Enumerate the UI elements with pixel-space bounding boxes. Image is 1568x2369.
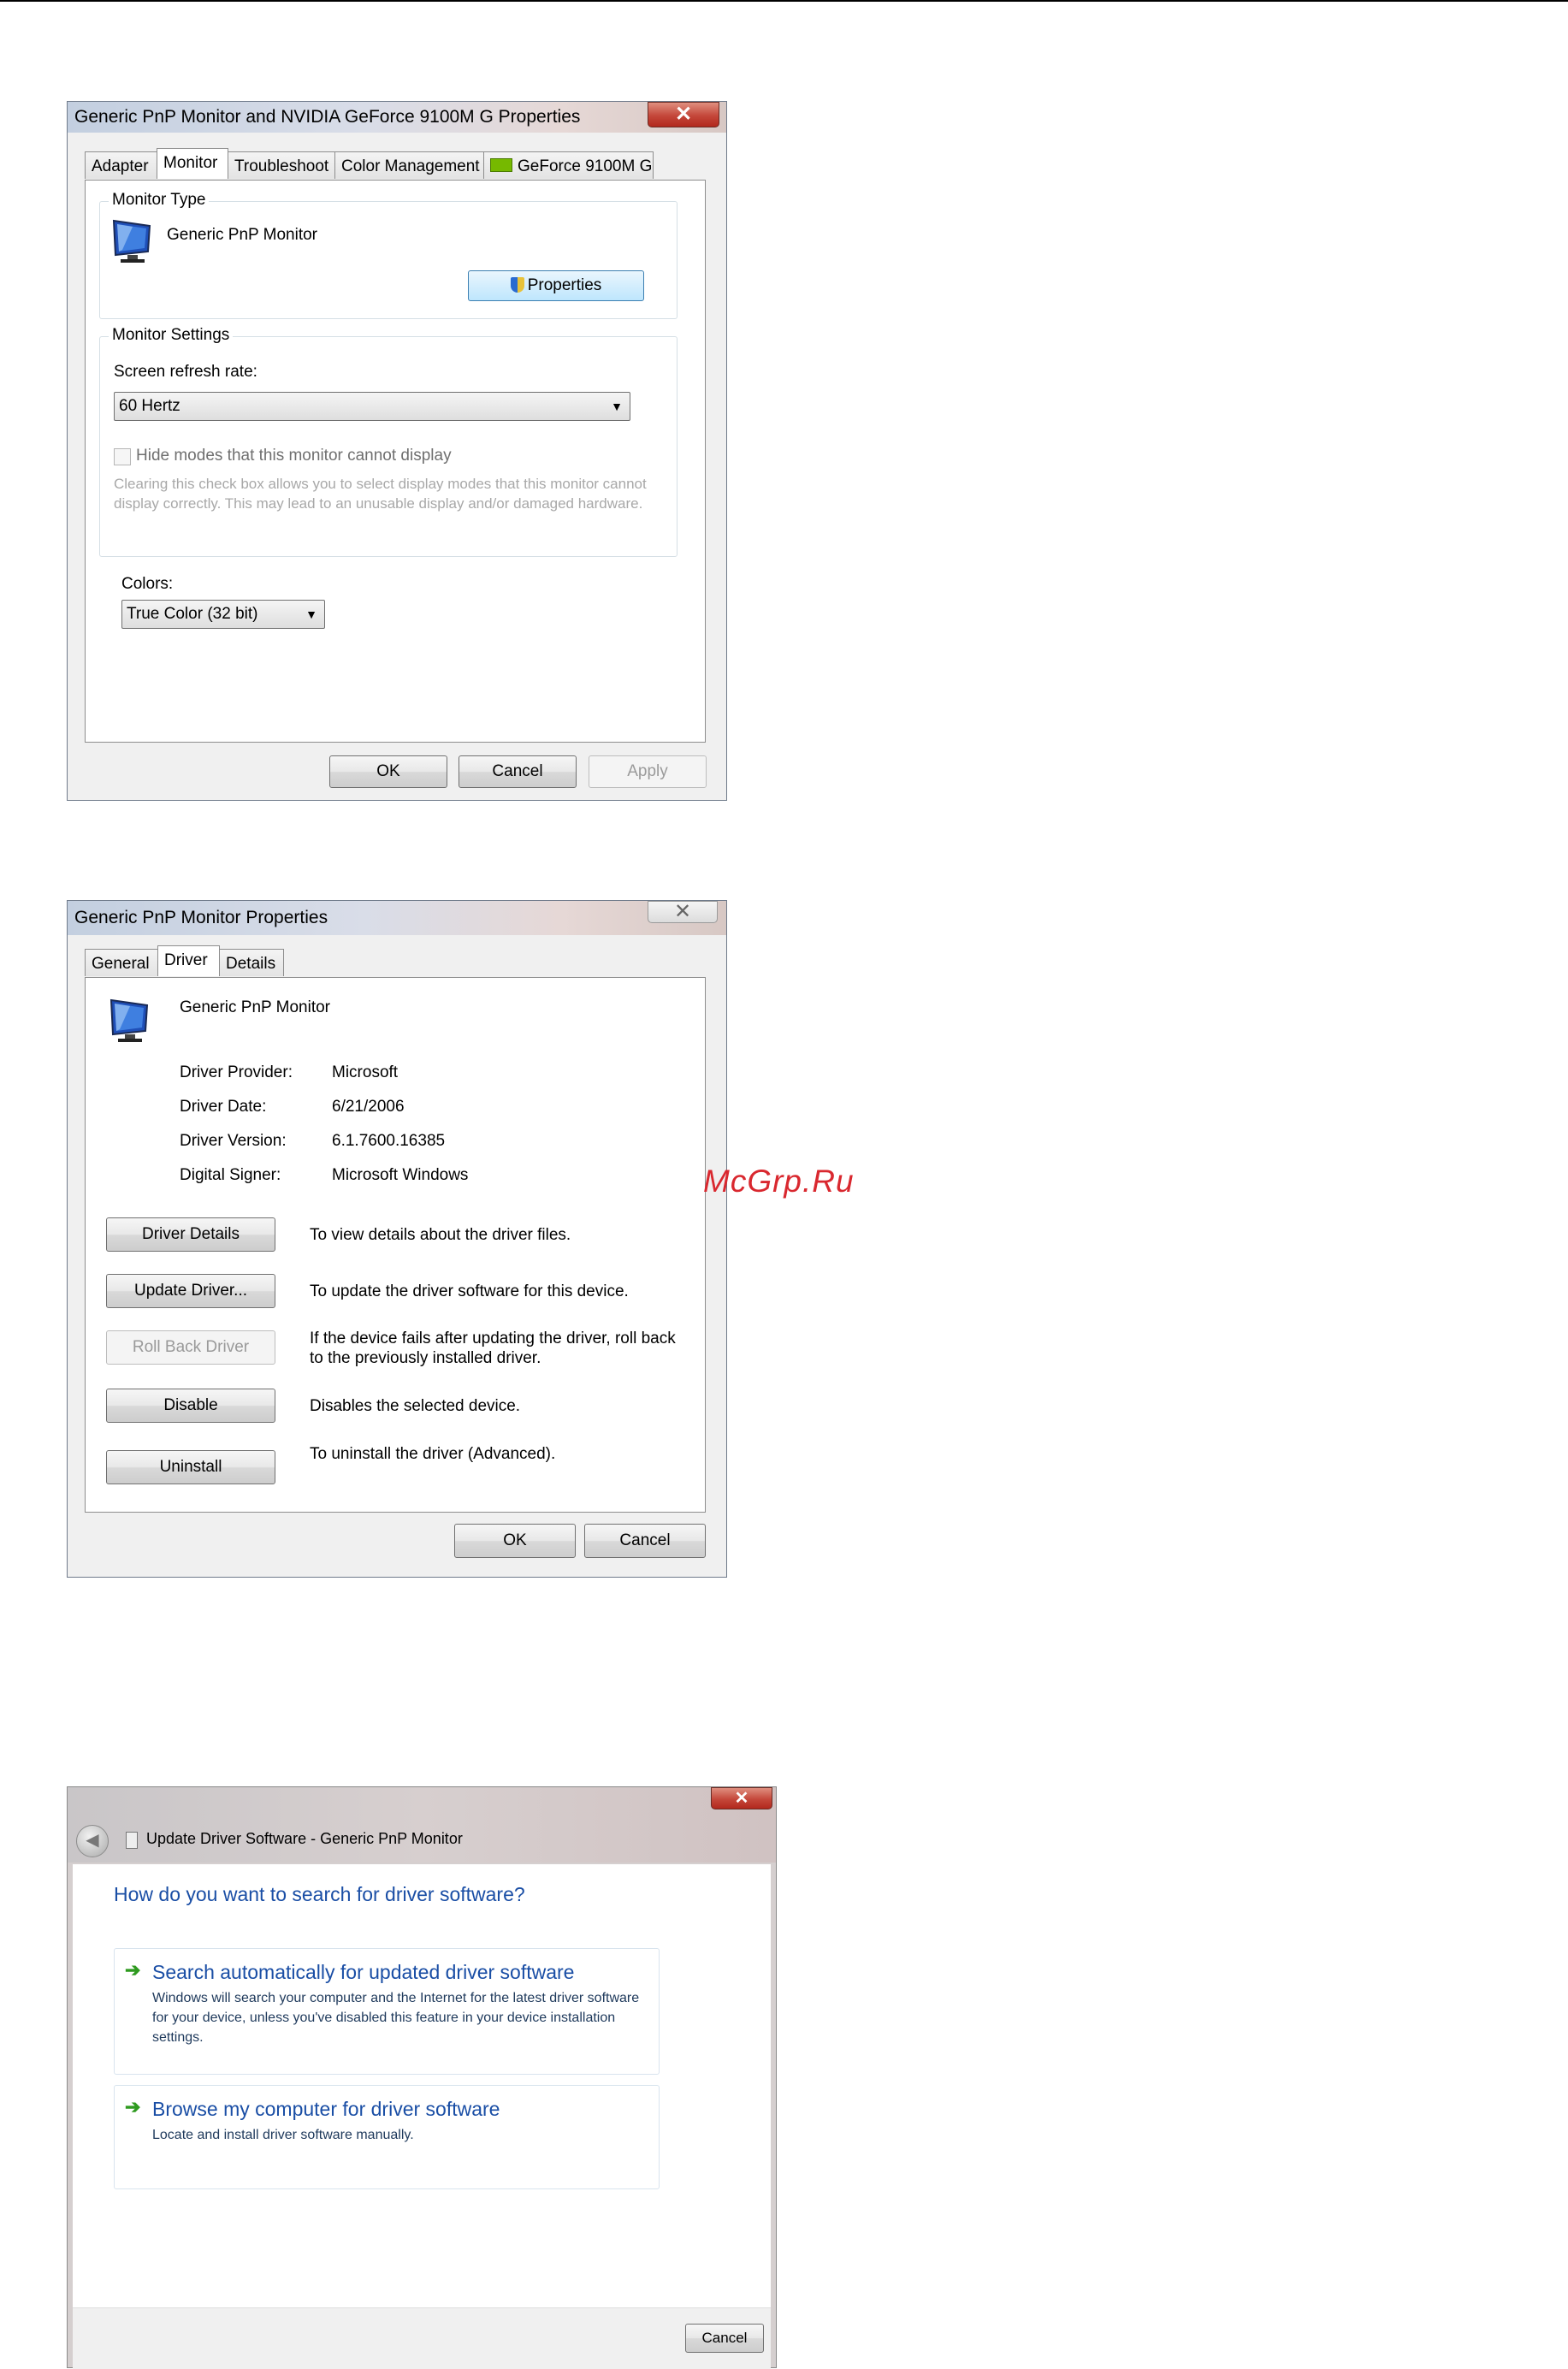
title-bar[interactable]: Generic PnP Monitor Properties ✕ [68,901,726,935]
search-automatically-desc: Windows will search your computer and th… [152,1991,640,2045]
window-title: Generic PnP Monitor and NVIDIA GeForce 9… [74,107,581,127]
monitor-type-group: Monitor Type Generic PnP Monitor Propert… [99,191,677,319]
nvidia-icon [490,158,512,172]
driver-provider-value: Microsoft [332,1063,399,1081]
driver-version-value: 6.1.7600.16385 [332,1132,446,1150]
wizard-title: Update Driver Software - Generic PnP Mon… [146,1830,463,1847]
driver-details-desc: To view details about the driver files. [310,1226,571,1244]
properties-button[interactable]: Properties [468,270,644,301]
monitor-name: Generic PnP Monitor [167,226,318,244]
tab-driver[interactable]: Driver [157,945,220,976]
tab-troubleshoot[interactable]: Troubleshoot [228,151,335,179]
hide-modes-description: Clearing this check box allows you to se… [114,476,647,512]
title-bar[interactable]: Generic PnP Monitor and NVIDIA GeForce 9… [68,102,726,133]
search-automatically-option[interactable]: ➔ Search automatically for updated drive… [114,1948,660,2075]
search-automatically-title: Search automatically for updated driver … [152,1961,575,1983]
colors-dropdown[interactable]: True Color (32 bit) ▼ [121,600,325,629]
monitor-icon [109,998,149,1042]
monitor-settings-label: Monitor Settings [109,326,234,345]
tab-geforce-label: GeForce 9100M G [518,157,653,175]
disable-button[interactable]: Disable [106,1389,275,1423]
browse-computer-title: Browse my computer for driver software [152,2098,500,2120]
driver-tab-panel: Generic PnP Monitor Driver Provider: Mic… [85,977,706,1513]
refresh-rate-dropdown[interactable]: 60 Hertz ▼ [114,392,630,421]
cancel-button[interactable]: Cancel [459,755,577,788]
uninstall-button[interactable]: Uninstall [106,1450,275,1484]
tab-general[interactable]: General [85,949,158,976]
wizard-footer: Cancel [73,2307,771,2369]
driver-details-button[interactable]: Driver Details [106,1217,275,1252]
update-driver-wizard: ✕ ◀ Update Driver Software - Generic PnP… [67,1786,777,2369]
driver-date-value: 6/21/2006 [332,1098,405,1116]
device-name: Generic PnP Monitor [180,998,331,1016]
apply-button[interactable]: Apply [589,755,707,788]
window-title: Generic PnP Monitor Properties [74,908,328,927]
top-rule [0,0,1568,2]
device-small-icon [126,1832,138,1849]
tab-strip: Adapter Monitor Troubleshoot Color Manag… [85,148,718,181]
monitor-settings-group: Monitor Settings Screen refresh rate: 60… [99,326,677,557]
hide-modes-label: Hide modes that this monitor cannot disp… [136,447,452,465]
close-button[interactable]: ✕ [711,1787,772,1809]
cancel-button[interactable]: Cancel [584,1524,706,1558]
disable-desc: Disables the selected device. [310,1397,521,1415]
digital-signer-label: Digital Signer: [180,1166,281,1184]
driver-version-label: Driver Version: [180,1132,287,1150]
browse-computer-option[interactable]: ➔ Browse my computer for driver software… [114,2085,660,2189]
roll-back-driver-button[interactable]: Roll Back Driver [106,1330,275,1365]
driver-date-label: Driver Date: [180,1098,267,1116]
wizard-body: How do you want to search for driver sof… [73,1864,771,2307]
ok-button[interactable]: OK [454,1524,576,1558]
digital-signer-value: Microsoft Windows [332,1166,469,1184]
shield-icon [510,277,524,293]
colors-label: Colors: [121,575,174,593]
monitor-type-label: Monitor Type [109,191,210,210]
monitor-tab-panel: Monitor Type Generic PnP Monitor Propert… [85,180,706,743]
wizard-header[interactable]: ✕ ◀ Update Driver Software - Generic PnP… [68,1787,776,1863]
wizard-question: How do you want to search for driver sof… [114,1883,525,1905]
update-driver-desc: To update the driver software for this d… [310,1282,629,1300]
close-button[interactable]: ✕ [648,102,719,127]
properties-button-label: Properties [527,276,602,294]
monitor-properties-dialog: Generic PnP Monitor and NVIDIA GeForce 9… [67,101,727,801]
green-arrow-icon: ➔ [125,1959,141,1981]
tab-color-management[interactable]: Color Management [334,151,484,179]
tab-strip: General Driver Details [85,945,341,978]
close-button[interactable]: ✕ [648,901,718,923]
tab-geforce[interactable]: GeForce 9100M G [483,151,654,179]
refresh-rate-value: 60 Hertz [119,397,180,415]
monitor-icon [112,219,151,263]
browse-computer-desc: Locate and install driver software manua… [152,2128,414,2142]
cancel-button[interactable]: Cancel [685,2324,764,2353]
colors-value: True Color (32 bit) [127,605,258,623]
back-arrow-icon[interactable]: ◀ [76,1825,109,1857]
chevron-down-icon: ▼ [305,607,317,621]
chevron-down-icon: ▼ [611,400,623,413]
ok-button[interactable]: OK [329,755,447,788]
update-driver-button[interactable]: Update Driver... [106,1274,275,1308]
tab-details[interactable]: Details [219,949,284,976]
refresh-rate-label: Screen refresh rate: [114,363,257,381]
driver-properties-dialog: Generic PnP Monitor Properties ✕ General… [67,900,727,1578]
uninstall-desc: To uninstall the driver (Advanced). [310,1445,556,1463]
tab-monitor[interactable]: Monitor [157,148,228,179]
tab-adapter[interactable]: Adapter [85,151,157,179]
green-arrow-icon: ➔ [125,2096,141,2117]
hide-modes-checkbox[interactable] [114,448,131,465]
driver-provider-label: Driver Provider: [180,1063,293,1081]
roll-back-driver-desc: If the device fails after updating the d… [310,1330,676,1367]
watermark: McGrp.Ru [703,1164,855,1199]
